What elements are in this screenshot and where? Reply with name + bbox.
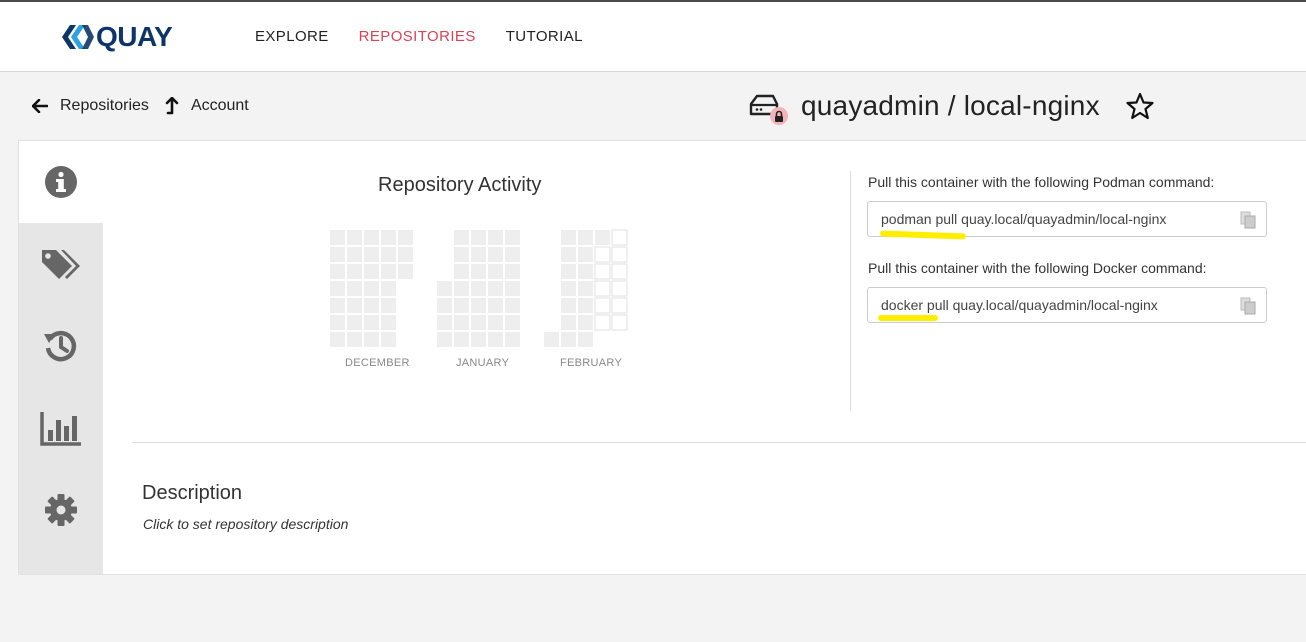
docker-highlight-mark	[878, 315, 938, 321]
info-icon	[45, 166, 77, 198]
history-icon	[44, 330, 77, 362]
usage-logs-icon	[40, 412, 81, 446]
repo-name: quayadmin / local-nginx	[801, 90, 1100, 121]
podman-pull-label: Pull this container with the following P…	[868, 174, 1215, 190]
breadcrumb-account[interactable]: Account	[165, 97, 249, 115]
main-nav: EXPLORE REPOSITORIES TUTORIAL	[255, 28, 613, 46]
side-tabs	[19, 141, 103, 574]
breadcrumb-repositories-label: Repositories	[60, 97, 149, 114]
tab-tag-history[interactable]	[19, 305, 103, 387]
copy-icon[interactable]	[1240, 297, 1256, 315]
repository-icon	[749, 86, 789, 126]
quay-logo-icon	[62, 25, 94, 49]
breadcrumb-account-label: Account	[190, 97, 249, 114]
nav-repositories[interactable]: REPOSITORIES	[359, 28, 476, 46]
month-label-february: FEBRUARY	[560, 357, 623, 369]
tab-tags[interactable]	[19, 223, 103, 305]
star-icon[interactable]	[1126, 92, 1154, 120]
month-label-january: JANUARY	[456, 357, 510, 369]
tab-settings[interactable]	[19, 469, 103, 551]
description-placeholder[interactable]: Click to set repository description	[143, 516, 348, 532]
month-label-december: DECEMBER	[345, 357, 410, 369]
docker-pull-command: docker pull quay.local/quayadmin/local-n…	[881, 297, 1158, 313]
tab-usage-logs[interactable]	[19, 387, 103, 469]
section-divider	[132, 442, 1306, 443]
nav-tutorial[interactable]: TUTORIAL	[506, 28, 583, 46]
quay-logo[interactable]: QUAY	[62, 21, 173, 52]
description-heading: Description	[142, 482, 243, 504]
logo-text: QUAY	[96, 21, 173, 52]
vertical-divider	[850, 171, 851, 411]
hard-drive-icon	[749, 94, 788, 125]
top-navbar: QUAY EXPLORE REPOSITORIES TUTORIAL	[0, 0, 1306, 72]
activity-title: Repository Activity	[378, 174, 542, 196]
arrow-left-icon	[32, 99, 48, 113]
tab-information[interactable]	[19, 141, 103, 223]
podman-pull-command: podman pull quay.local/quayadmin/local-n…	[881, 211, 1167, 227]
breadcrumb: Repositories Account	[32, 97, 265, 115]
nav-explore[interactable]: EXPLORE	[255, 28, 329, 46]
repo-header: quayadmin / local-nginx	[749, 86, 1154, 126]
podman-pull-command-field[interactable]: podman pull quay.local/quayadmin/local-n…	[867, 201, 1267, 240]
docker-pull-label: Pull this container with the following D…	[868, 260, 1207, 276]
docker-pull-command-field[interactable]: docker pull quay.local/quayadmin/local-n…	[867, 287, 1267, 323]
level-up-icon	[165, 97, 179, 115]
settings-icon	[45, 494, 77, 526]
tags-icon	[42, 250, 80, 279]
copy-icon[interactable]	[1240, 211, 1256, 229]
breadcrumb-repositories[interactable]: Repositories	[32, 97, 149, 115]
